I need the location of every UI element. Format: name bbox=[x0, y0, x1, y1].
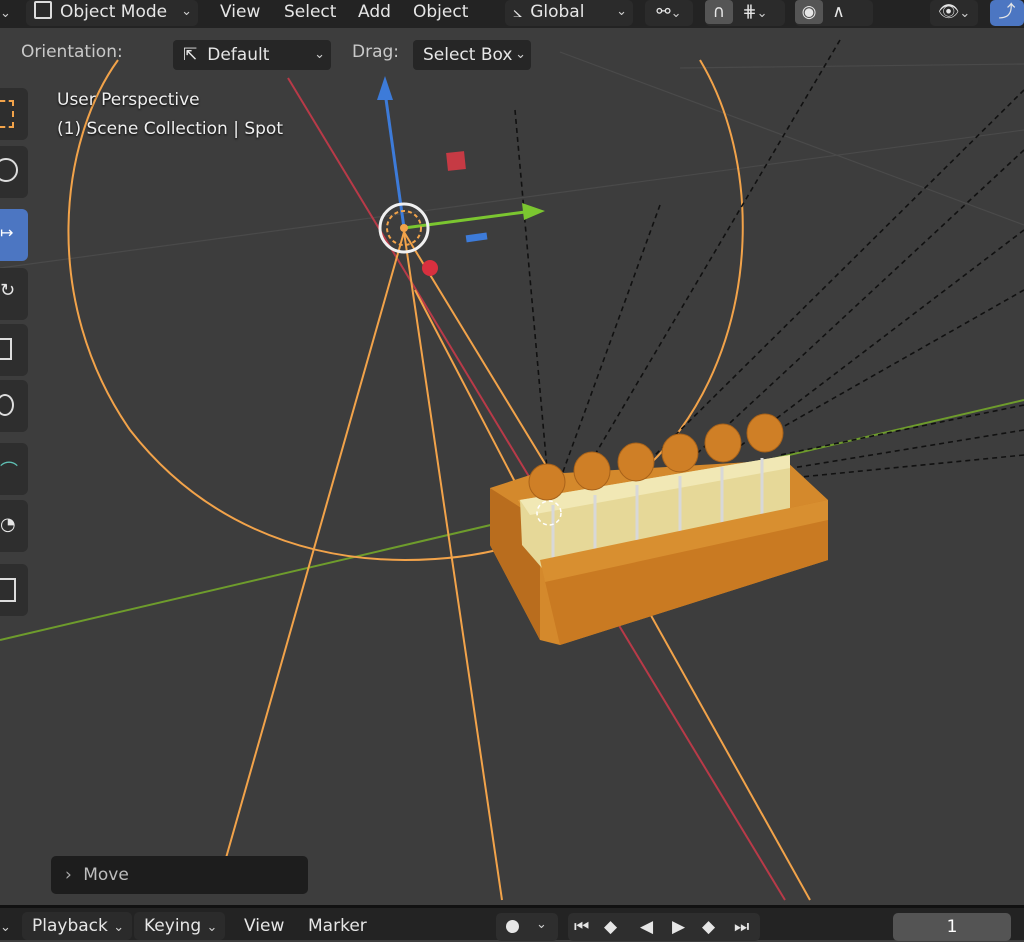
tool-annotate[interactable]: ⌒ bbox=[0, 443, 28, 495]
visibility-button[interactable]: 👁⌄ bbox=[930, 0, 978, 26]
tool-add-cube[interactable] bbox=[0, 564, 28, 616]
proportional-edit-icon: ◉ bbox=[795, 0, 823, 24]
orientation-label: Orientation: bbox=[21, 42, 123, 62]
menu-object[interactable]: Object bbox=[413, 0, 468, 26]
collection-info: (1) Scene Collection | Spot bbox=[57, 119, 283, 139]
menu-select[interactable]: Select bbox=[284, 0, 336, 26]
chevron-down-icon: ⌄ bbox=[536, 917, 547, 932]
mode-label: Object Mode bbox=[60, 2, 168, 22]
3d-viewport[interactable] bbox=[0, 0, 1024, 937]
editor-type-chevron[interactable]: ⌄ bbox=[0, 912, 11, 940]
eye-icon: 👁 bbox=[937, 2, 960, 22]
transform-icon bbox=[0, 394, 14, 416]
editor-type-chevron[interactable]: ⌄ bbox=[0, 0, 11, 26]
keying-menu[interactable]: Keying ⌄ bbox=[134, 912, 226, 940]
chevron-down-icon: ⌄ bbox=[616, 4, 627, 19]
view-name: User Perspective bbox=[57, 90, 200, 110]
tool-measure[interactable]: ◔ bbox=[0, 500, 28, 552]
object-mode-icon bbox=[34, 1, 52, 19]
drag-label: Drag: bbox=[352, 42, 400, 62]
record-icon bbox=[506, 920, 519, 933]
snap-increment-icon: ⋕ bbox=[742, 2, 757, 22]
menu-add[interactable]: Add bbox=[358, 0, 391, 26]
timeline-view-menu[interactable]: View bbox=[244, 912, 284, 940]
playback-menu[interactable]: Playback ⌄ bbox=[22, 912, 133, 940]
header-bar: ⌄ Object Mode ⌄ View Select Add Object ⦣… bbox=[0, 0, 1024, 28]
pivot-point-button[interactable]: ⚯⌄ bbox=[645, 0, 693, 26]
marker-menu[interactable]: Marker bbox=[308, 912, 367, 940]
orientation-value: Default bbox=[207, 45, 270, 65]
orientation-axes-icon: ⦣ bbox=[513, 2, 523, 21]
chevron-down-icon: ⌄ bbox=[314, 47, 325, 62]
annotate-icon: ⌒ bbox=[0, 461, 18, 482]
falloff-curve-icon: ∧ bbox=[832, 2, 845, 22]
mode-selector[interactable]: Object Mode ⌄ bbox=[26, 0, 198, 26]
gizmo-icon: ⤴ bbox=[998, 2, 1016, 22]
cube-icon bbox=[0, 578, 16, 602]
toolbar: ↦ ↻ ⌒ ◔ bbox=[0, 88, 28, 620]
chevron-down-icon: ⌄ bbox=[181, 4, 192, 19]
tool-rotate[interactable]: ↻ bbox=[0, 268, 28, 320]
timeline-header: ⌄ Playback ⌄ Keying ⌄ View Marker ⌄ ⏮ ◆ … bbox=[0, 905, 1024, 941]
menu-view[interactable]: View bbox=[220, 0, 260, 26]
scale-icon bbox=[0, 338, 12, 360]
orientation-dropdown[interactable]: ⇱ Default ⌄ bbox=[173, 40, 331, 70]
tool-move[interactable]: ↦ bbox=[0, 209, 28, 261]
tool-scale[interactable] bbox=[0, 324, 28, 376]
rotate-icon: ↻ bbox=[0, 280, 16, 301]
keying-label: Keying bbox=[144, 916, 202, 936]
orientation-label: Global bbox=[530, 2, 585, 22]
tool-cursor[interactable] bbox=[0, 146, 28, 198]
tool-transform[interactable] bbox=[0, 380, 28, 432]
transform-pivot-icon: ⇱ bbox=[183, 45, 198, 65]
snap-toggle-group[interactable]: ∩ ⋕⌄ bbox=[705, 0, 785, 26]
chevron-down-icon: ⌄ bbox=[515, 47, 526, 62]
playback-label: Playback bbox=[32, 916, 108, 936]
tool-select-box[interactable] bbox=[0, 88, 28, 140]
link-icon: ⚯ bbox=[656, 2, 671, 22]
move-icon: ↦ bbox=[0, 223, 14, 242]
last-operator-panel[interactable]: › Move bbox=[51, 856, 308, 894]
transform-orientation-selector[interactable]: ⦣ Global ⌄ bbox=[505, 0, 633, 26]
proportional-editing-group[interactable]: ◉ ∧ bbox=[795, 0, 873, 26]
operator-label: Move bbox=[83, 865, 129, 885]
magnet-icon: ∩ bbox=[705, 0, 733, 24]
chevron-down-icon: ⌄ bbox=[113, 920, 125, 935]
drag-value: Select Box bbox=[423, 45, 513, 65]
chevron-right-icon: › bbox=[65, 865, 72, 885]
gizmo-toggle-button[interactable]: ⤴ bbox=[990, 0, 1024, 26]
drag-dropdown[interactable]: Select Box ⌄ bbox=[413, 40, 531, 70]
select-box-icon bbox=[0, 100, 14, 128]
cursor-icon bbox=[0, 158, 18, 182]
chevron-down-icon: ⌄ bbox=[206, 920, 218, 935]
measure-icon: ◔ bbox=[0, 514, 16, 535]
